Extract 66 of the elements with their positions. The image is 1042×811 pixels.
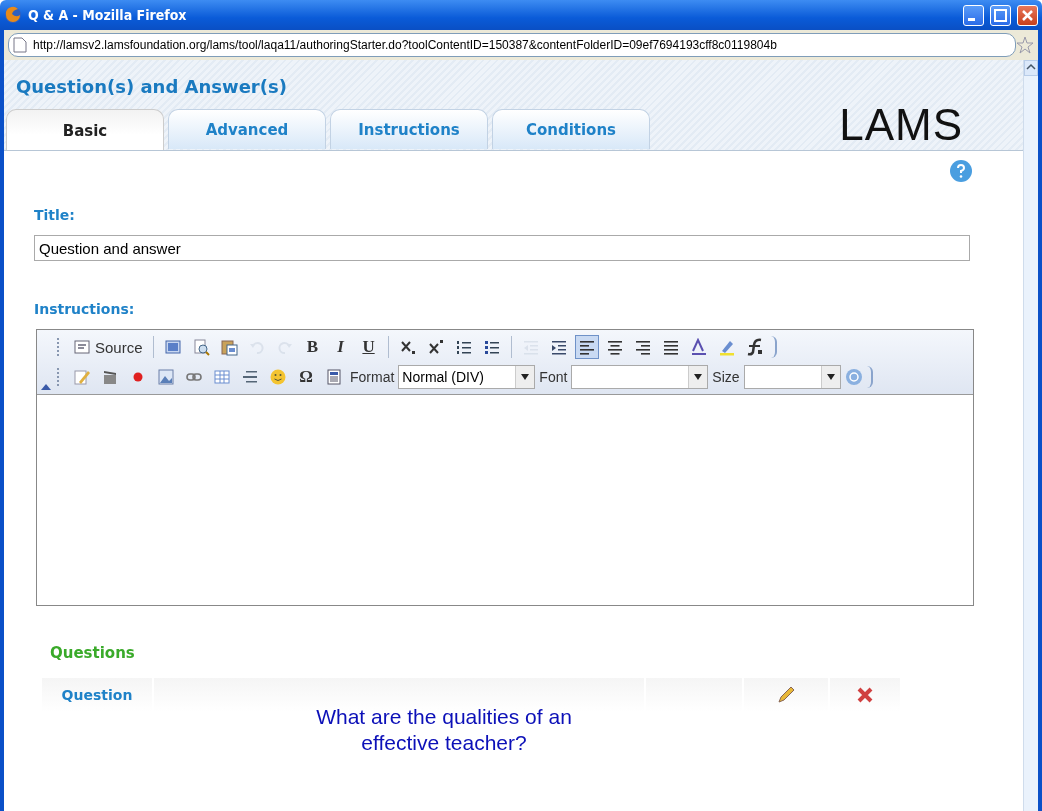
field-label: Instructions:	[34, 301, 136, 317]
question-text: What are the qualities of an effective teacher?	[315, 704, 573, 757]
formula-icon	[745, 338, 764, 356]
question-label: Question	[61, 687, 133, 703]
title-field[interactable]: Question and answer	[34, 235, 970, 261]
align-left-button[interactable]	[574, 335, 599, 359]
minimize-icon	[968, 17, 975, 21]
collapse-icon[interactable]	[41, 384, 51, 390]
delete-icon[interactable]	[856, 686, 874, 704]
numbered-list-icon	[454, 338, 473, 356]
caret-icon	[521, 374, 530, 380]
minimize-button[interactable]	[963, 4, 984, 26]
star-icon[interactable]	[1016, 36, 1034, 54]
maximize-icon	[163, 338, 182, 356]
align-center-icon	[605, 338, 624, 356]
source-button[interactable]: Source	[70, 335, 146, 359]
italic-button[interactable]: I	[328, 335, 353, 359]
logo: LAMS	[839, 100, 963, 150]
tab[interactable]: Basic	[6, 109, 164, 151]
outdent-icon	[521, 338, 540, 356]
url-text: http://lamsv2.lamsfoundation.org/lams/tool/laqa11/authoringStarter.do?toolContentID=150387&contentFolderID=09ef7694193cff8c0119804b	[33, 38, 777, 52]
text-color-icon	[689, 338, 708, 356]
tab[interactable]: Advanced	[168, 109, 326, 149]
template-icon	[325, 368, 343, 386]
image-icon	[157, 368, 175, 386]
align-right-icon	[633, 338, 652, 356]
bold-button[interactable]: B	[300, 335, 325, 359]
address-field[interactable]: http://lamsv2.lamsfoundation.org/lams/tool/laqa11/authoringStarter.do?toolContentID=150387&contentFolderID=09ef7694193cff8c0119804b	[8, 33, 1016, 57]
caret-icon	[694, 374, 703, 380]
justify-icon	[661, 338, 680, 356]
tab[interactable]: Instructions	[330, 109, 488, 149]
page-icon	[13, 37, 27, 53]
paste-icon	[219, 338, 238, 356]
source-icon	[73, 338, 91, 356]
field-label: Title:	[34, 207, 76, 223]
browser-icon	[4, 6, 22, 24]
font-label: Font	[539, 369, 568, 385]
indent-icon	[549, 338, 568, 356]
underline-button[interactable]: U	[356, 335, 381, 359]
page-heading: Question(s) and Answer(s)	[16, 76, 287, 97]
maximize-button[interactable]	[990, 4, 1011, 26]
format-dropdown[interactable]: Normal (DIV)	[398, 365, 536, 389]
tab[interactable]: Conditions	[492, 109, 650, 149]
pencil-icon[interactable]	[776, 685, 796, 705]
superscript-icon	[426, 338, 445, 356]
clapper-icon	[101, 368, 119, 386]
omega-button[interactable]: Ω	[294, 365, 318, 389]
close-button[interactable]	[1017, 4, 1038, 26]
format-label: Format	[350, 369, 395, 385]
align-left-icon	[577, 338, 596, 356]
maximize-icon	[994, 8, 1007, 22]
scrollbar[interactable]	[1023, 60, 1038, 811]
bulleted-list-icon	[482, 338, 501, 356]
edit-icon	[73, 368, 91, 386]
section-heading: Questions	[50, 644, 136, 662]
preview-icon	[191, 338, 210, 356]
window-title: Q & A - Mozilla Firefox	[28, 7, 188, 23]
caret-icon	[826, 374, 835, 380]
help-icon[interactable]	[949, 159, 973, 183]
highlight-icon	[717, 338, 736, 356]
size-label: Size	[712, 369, 740, 385]
table-icon	[213, 368, 231, 386]
rule-icon	[241, 368, 259, 386]
scroll-up-icon[interactable]	[1026, 63, 1036, 70]
close-icon	[1021, 9, 1034, 21]
smiley-icon	[269, 368, 287, 386]
